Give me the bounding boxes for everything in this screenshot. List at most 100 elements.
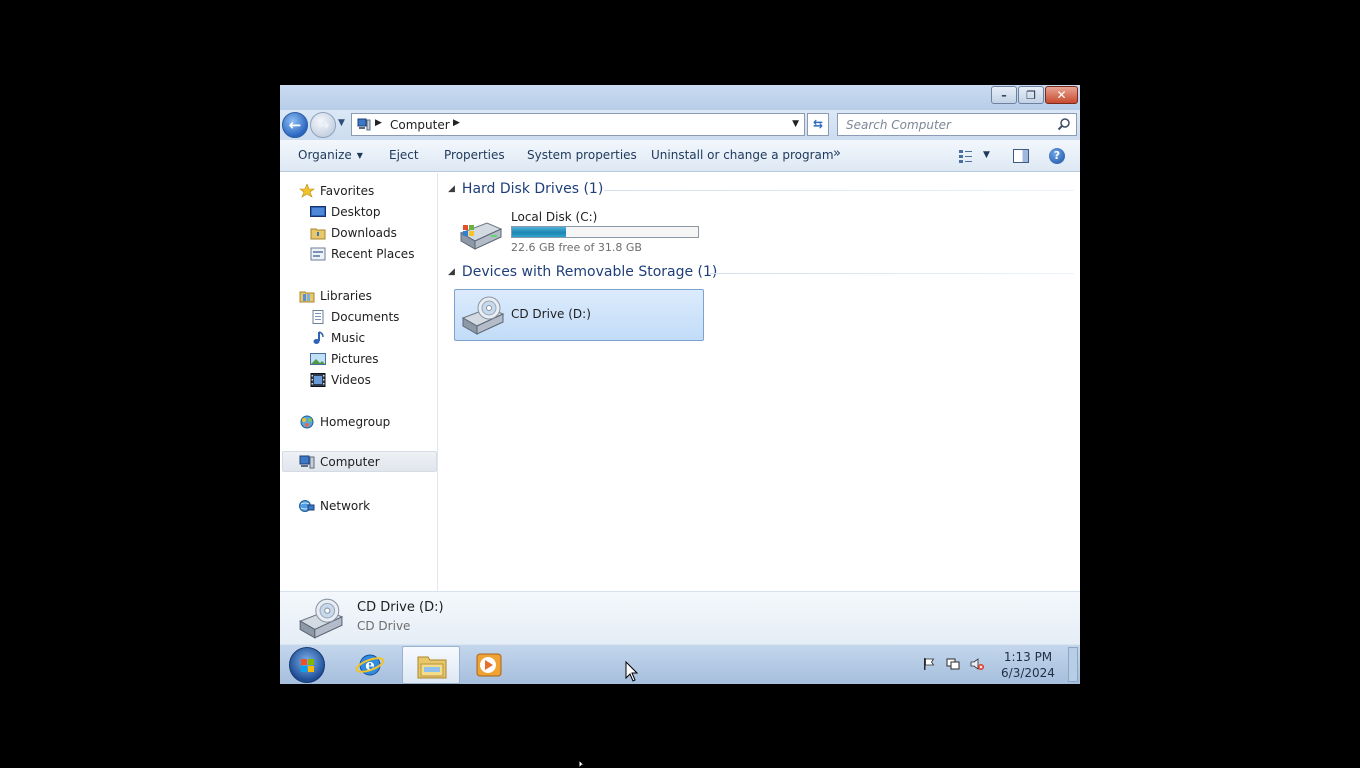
content-pane: ◢ Hard Disk Drives (1) Local Disk (C:) 2… <box>439 173 1080 591</box>
hard-drive-icon <box>459 222 503 250</box>
sidebar-item-favorites[interactable]: Favorites <box>299 181 374 201</box>
search-input[interactable]: Search Computer <box>837 113 1077 136</box>
sidebar-item-label: Computer <box>320 454 380 469</box>
sidebar-item-downloads[interactable]: Downloads <box>310 223 397 243</box>
desktop-icon <box>310 206 326 217</box>
cd-drive-icon <box>298 598 344 639</box>
sidebar-item-network[interactable]: Network <box>299 496 370 516</box>
navigation-pane: Favorites Desktop Downloads Recent Place… <box>280 173 438 591</box>
pictures-icon <box>310 353 326 365</box>
properties-button[interactable]: Properties <box>444 148 505 162</box>
sidebar-item-label: Music <box>331 331 366 345</box>
clock-date: 6/3/2024 <box>1001 666 1055 680</box>
clock-time: 1:13 PM <box>1003 650 1053 664</box>
title-bar[interactable]: – ❐ ✕ <box>280 85 1080 110</box>
collapse-triangle-icon[interactable]: ◢ <box>448 267 455 277</box>
sidebar-item-recent-places[interactable]: Recent Places <box>310 244 414 264</box>
computer-icon <box>299 455 315 468</box>
sidebar-item-libraries[interactable]: Libraries <box>299 286 372 306</box>
sidebar-item-music[interactable]: Music <box>310 328 365 348</box>
sidebar-item-documents[interactable]: Documents <box>310 307 399 327</box>
sidebar-item-label: Libraries <box>320 289 372 303</box>
drive-c-free-space: 22.6 GB free of 31.8 GB <box>511 241 642 254</box>
sidebar-item-computer[interactable]: Computer <box>282 451 437 472</box>
more-commands-button[interactable]: » <box>833 146 841 161</box>
action-center-flag-icon[interactable] <box>922 657 936 671</box>
taskbar-clock[interactable]: 1:13 PM 6/3/2024 <box>996 649 1060 681</box>
drive-cd-d[interactable]: CD Drive (D:) <box>454 289 704 341</box>
details-item-name: CD Drive (D:) <box>357 600 444 615</box>
homegroup-icon <box>300 415 314 429</box>
address-dropdown-icon[interactable]: ▼ <box>792 119 799 129</box>
recent-pages-dropdown[interactable]: ▼ <box>338 118 345 128</box>
taskbar: e 1:13 PM 6/3/2024 <box>280 644 1080 684</box>
sidebar-item-label: Favorites <box>320 184 375 198</box>
system-properties-button[interactable]: System properties <box>527 148 637 162</box>
sidebar-item-label: Documents <box>331 310 400 324</box>
windows-logo-icon <box>301 659 314 672</box>
group-header-hard-disk-drives[interactable]: ◢ Hard Disk Drives (1) <box>448 181 603 197</box>
music-icon <box>313 331 324 344</box>
breadcrumb-separator-icon[interactable]: ▶ <box>453 118 460 128</box>
collapse-triangle-icon[interactable]: ◢ <box>448 184 455 194</box>
caption-buttons: – ❐ ✕ <box>990 86 1078 104</box>
sidebar-item-homegroup[interactable]: Homegroup <box>299 412 390 432</box>
taskbar-windows-explorer[interactable] <box>402 646 460 684</box>
organize-menu[interactable]: Organize ▼ <box>298 148 363 162</box>
drive-c-name: Local Disk (C:) <box>511 210 598 224</box>
view-options-dropdown-icon[interactable]: ▼ <box>983 150 990 160</box>
network-icon <box>299 500 315 512</box>
restore-button[interactable]: ❐ <box>1018 86 1044 104</box>
sidebar-item-label: Homegroup <box>320 415 391 429</box>
forward-arrow-icon: → <box>316 116 330 134</box>
address-row: ← → ▼ ▶ Computer ▶ ▼ ⇆ Search Computer <box>280 110 1080 140</box>
group-title: Devices with Removable Storage (1) <box>461 264 718 280</box>
details-pane: CD Drive (D:) CD Drive <box>280 591 1080 644</box>
sidebar-item-pictures[interactable]: Pictures <box>310 349 379 369</box>
command-bar: Organize ▼ Eject Properties System proper… <box>280 140 1080 172</box>
explorer-window: – ❐ ✕ ← → ▼ ▶ Computer ▶ ▼ ⇆ Search Comp… <box>280 85 1080 684</box>
sidebar-item-label: Pictures <box>331 352 379 366</box>
details-item-type: CD Drive <box>357 619 411 633</box>
back-arrow-icon: ← <box>288 116 302 134</box>
sidebar-item-videos[interactable]: Videos <box>310 370 371 390</box>
cd-drive-icon <box>461 296 505 335</box>
preview-pane-icon[interactable] <box>1013 149 1029 163</box>
start-button[interactable] <box>289 647 325 683</box>
breadcrumb-computer[interactable]: Computer <box>390 118 450 132</box>
close-button[interactable]: ✕ <box>1045 86 1078 104</box>
sidebar-item-label: Recent Places <box>331 247 415 261</box>
folder-icon <box>417 656 447 679</box>
taskbar-internet-explorer[interactable]: e <box>342 646 400 684</box>
help-button[interactable]: ? <box>1049 148 1065 164</box>
address-bar[interactable]: ▶ Computer ▶ ▼ <box>351 113 805 136</box>
group-divider <box>604 190 1074 191</box>
system-tray <box>922 657 984 671</box>
chevron-down-icon: ▼ <box>356 151 363 160</box>
recent-places-icon <box>310 247 326 261</box>
search-icon[interactable] <box>1057 117 1071 131</box>
taskbar-media-player[interactable] <box>462 646 520 684</box>
computer-icon <box>357 118 371 131</box>
drive-local-disk-c[interactable]: Local Disk (C:) 22.6 GB free of 31.8 GB <box>455 207 705 255</box>
network-tray-icon[interactable] <box>946 657 960 671</box>
group-header-removable-storage[interactable]: ◢ Devices with Removable Storage (1) <box>448 264 717 280</box>
refresh-button[interactable]: ⇆ <box>807 113 829 136</box>
close-icon: ✕ <box>1056 88 1067 102</box>
uninstall-program-button[interactable]: Uninstall or change a program <box>651 148 834 162</box>
libraries-icon <box>299 291 315 303</box>
breadcrumb-separator-icon[interactable]: ▶ <box>375 118 382 128</box>
volume-muted-icon[interactable] <box>970 657 984 671</box>
change-view-icon[interactable] <box>958 148 974 164</box>
eject-button[interactable]: Eject <box>389 148 419 162</box>
sidebar-item-desktop[interactable]: Desktop <box>310 202 381 222</box>
forward-button[interactable]: → <box>310 112 336 138</box>
videos-icon <box>310 373 326 387</box>
mouse-cursor-icon <box>578 759 587 768</box>
show-desktop-button[interactable] <box>1068 647 1078 682</box>
documents-icon <box>312 310 324 324</box>
sidebar-item-label: Desktop <box>331 205 381 219</box>
minimize-button[interactable]: – <box>991 86 1017 104</box>
back-button[interactable]: ← <box>282 112 308 138</box>
media-player-icon <box>476 653 502 677</box>
